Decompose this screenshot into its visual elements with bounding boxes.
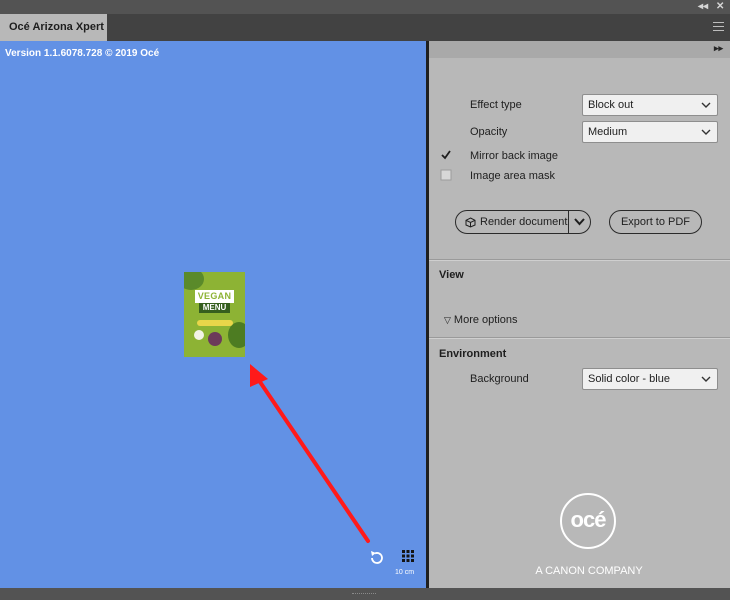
background-label: Background [470, 373, 529, 385]
chevron-down-icon [701, 376, 711, 382]
opacity-label: Opacity [470, 126, 508, 138]
chevron-down-icon [701, 129, 711, 135]
resize-grip[interactable] [352, 593, 376, 595]
expand-panel-icon[interactable]: ▸▸ [714, 43, 723, 54]
version-label: Version 1.1.6078.728 © 2019 Océ [5, 48, 160, 59]
more-options-label: More options [453, 314, 518, 326]
section-separator [429, 337, 730, 339]
settings-panel: ▸▸ Effect type Block out Opacity Medium … [429, 41, 730, 588]
more-options-toggle[interactable]: ▽ More options [444, 314, 518, 326]
document-thumbnail[interactable]: VEGAN MENU [184, 272, 245, 357]
oce-logo: océ [560, 493, 616, 549]
image-area-mask-label: Image area mask [470, 170, 555, 182]
hamburger-menu-icon[interactable] [713, 22, 724, 31]
grid-icon[interactable] [398, 546, 418, 566]
view-section-title: View [439, 269, 464, 281]
render-document-button[interactable]: Render document [455, 210, 591, 234]
chevron-down-icon [701, 102, 711, 108]
background-value: Solid color - blue [588, 373, 670, 385]
section-separator [429, 259, 730, 261]
effect-type-label: Effect type [470, 99, 522, 111]
thumbnail-decoration [208, 332, 222, 346]
effect-type-value: Block out [588, 99, 634, 111]
chevron-down-icon [574, 218, 585, 226]
close-icon[interactable]: ✕ [716, 1, 724, 13]
tab-strip: Océ Arizona Xpert [0, 14, 730, 41]
preview-canvas[interactable]: Version 1.1.6078.728 © 2019 Océ VEGAN ME… [0, 41, 426, 588]
opacity-select[interactable]: Medium [582, 121, 718, 143]
mirror-back-image-checkbox[interactable] [440, 149, 452, 161]
panel-header: ▸▸ [429, 41, 730, 58]
window-top-bar: ◂◂ ✕ [0, 0, 730, 14]
leaf-decoration [184, 272, 204, 290]
bottom-status-bar [0, 588, 730, 600]
image-area-mask-checkbox[interactable] [440, 169, 452, 181]
render-document-label: Render document [480, 216, 568, 228]
thumbnail-title-vegan: VEGAN [195, 290, 234, 303]
mirror-back-image-label: Mirror back image [470, 150, 559, 162]
effect-type-select[interactable]: Block out [582, 94, 718, 116]
render-options-dropdown[interactable] [568, 210, 590, 234]
collapse-panels-icon[interactable]: ◂◂ [698, 1, 708, 13]
environment-section-title: Environment [439, 348, 507, 360]
opacity-value: Medium [588, 126, 628, 138]
grid-scale-label: 10 cm [395, 569, 415, 576]
export-to-pdf-label: Export to PDF [620, 216, 691, 228]
rotate-icon[interactable] [367, 548, 387, 568]
background-select[interactable]: Solid color - blue [582, 368, 718, 390]
triangle-down-icon: ▽ [444, 315, 451, 325]
thumbnail-decoration [197, 320, 233, 326]
export-to-pdf-button[interactable]: Export to PDF [609, 210, 702, 234]
canon-company-label: A CANON COMPANY [535, 565, 643, 577]
thumbnail-title-menu: MENU [199, 303, 230, 313]
tab-oce-arizona-xpert[interactable]: Océ Arizona Xpert [0, 14, 107, 41]
thumbnail-decoration [194, 330, 204, 340]
